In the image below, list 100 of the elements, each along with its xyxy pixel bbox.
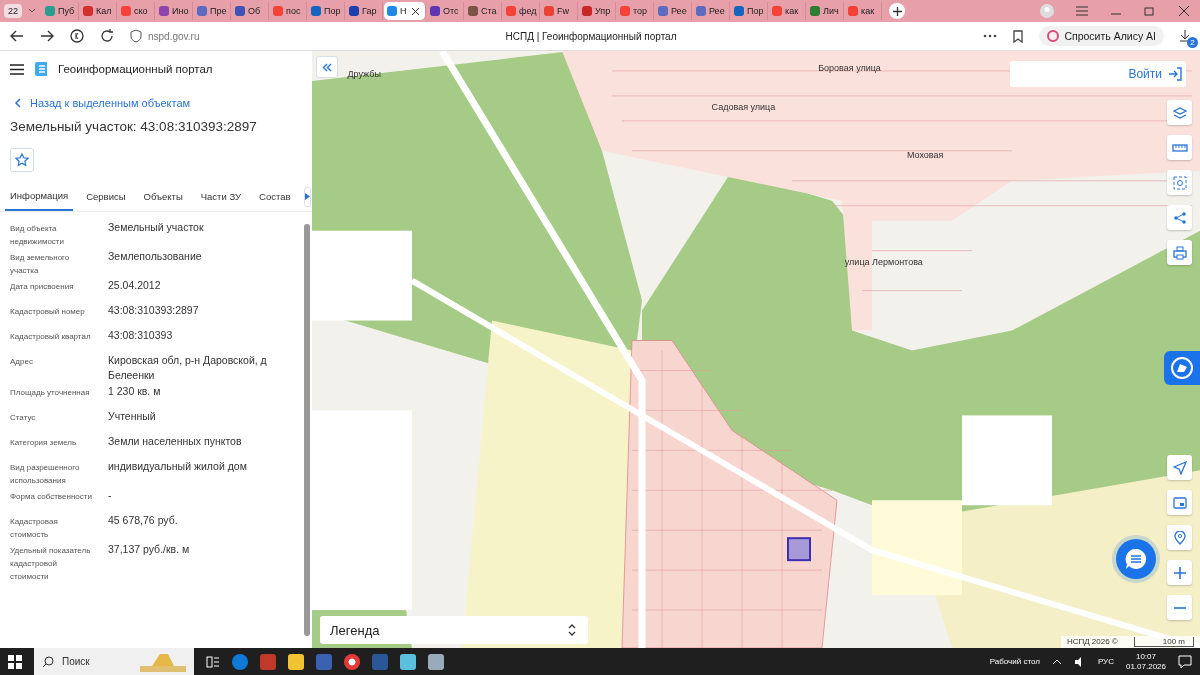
share-button[interactable] [1167, 205, 1192, 230]
property-value: Землепользование [108, 249, 203, 264]
feedback-tab-button[interactable] [1164, 351, 1200, 385]
windows-start-icon[interactable] [8, 654, 22, 669]
browser-tab[interactable]: Ино [156, 2, 193, 20]
feedback-icon [1170, 356, 1194, 380]
login-icon [1168, 67, 1182, 81]
tab-count[interactable]: 22 [4, 4, 22, 18]
street-label: Садовая улица [711, 101, 776, 112]
property-value: 1 230 кв. м [108, 384, 162, 399]
property-label: Форма собственности [10, 491, 93, 503]
place-search-button[interactable] [1167, 525, 1192, 550]
reload-icon[interactable] [100, 29, 114, 43]
print-button[interactable] [1167, 240, 1192, 265]
printer-icon [1172, 245, 1187, 260]
task-view-icon[interactable] [206, 654, 220, 669]
location-button[interactable] [1167, 455, 1192, 480]
legend-dropdown[interactable]: Легенда [320, 616, 588, 644]
alice-button[interactable]: Спросить Алису AI [1039, 26, 1164, 46]
clock-date[interactable]: 01.07.2026 [1125, 661, 1166, 672]
zoom-in-button[interactable] [1167, 560, 1192, 585]
close-icon[interactable] [1178, 6, 1190, 16]
property-value: 25.04.2012 [108, 278, 162, 293]
chevron-up-icon[interactable] [1051, 657, 1062, 666]
browser-tab[interactable]: как [769, 2, 806, 20]
browser-tab[interactable]: Кал [80, 2, 117, 20]
browser-tab[interactable]: Упр [579, 2, 616, 20]
collapse-panel-button[interactable] [316, 56, 338, 78]
star-icon [15, 153, 29, 167]
ruler-button[interactable] [1167, 135, 1192, 160]
info-tab[interactable]: Сервисы [81, 183, 131, 210]
next-tab-button[interactable] [303, 186, 311, 207]
area-search-button[interactable] [1167, 170, 1192, 195]
new-tab-button[interactable] [889, 3, 905, 19]
download-icon[interactable] [1180, 30, 1190, 42]
property-value: - [108, 488, 113, 503]
browser-tab[interactable]: Пор [731, 2, 768, 20]
more-icon[interactable] [983, 34, 998, 38]
browser-tab[interactable]: фед [503, 2, 540, 20]
map-pin-icon [1172, 530, 1187, 545]
shield-icon [130, 29, 142, 43]
browser-tab[interactable]: Ста [465, 2, 502, 20]
property-label: Дата присвоения [10, 281, 75, 293]
back-link[interactable]: Назад к выделенным объектам [0, 77, 312, 109]
chevron-left-icon[interactable] [14, 98, 22, 108]
info-tab[interactable]: Состав [254, 183, 296, 210]
taskbar-search-field[interactable]: Поиск [34, 648, 194, 675]
url-text[interactable]: nspd.gov.ru [148, 30, 200, 42]
property-label: Вид земельного участка [10, 252, 71, 277]
browser-tab[interactable]: Пре [194, 2, 231, 20]
browser-tab[interactable]: Fw [541, 2, 578, 20]
browser-tab[interactable]: Пор [308, 2, 345, 20]
property-value: 43:08:310393 [108, 328, 174, 343]
property-value: 37,137 руб./кв. м [108, 542, 191, 557]
browser-tab[interactable]: пос [270, 2, 307, 20]
app-title: Геоинформационный портал [58, 63, 213, 75]
browser-tab[interactable]: Гар [346, 2, 383, 20]
street-label: Моховая [906, 149, 944, 160]
browser-tab[interactable]: Отс [427, 2, 464, 20]
desktop-toolbar-label[interactable]: Рабочий стол [989, 657, 1040, 666]
browser-tab[interactable]: Лич [807, 2, 844, 20]
property-value: 45 678,76 руб. [108, 513, 179, 528]
object-title: Земельный участок: 43:08:310393:2897 [9, 118, 258, 134]
notification-icon[interactable] [1178, 654, 1192, 669]
browser-tab[interactable]: Об [232, 2, 269, 20]
forward-icon[interactable] [40, 30, 54, 42]
restore-icon[interactable] [1144, 6, 1156, 16]
up-down-chevron-icon [568, 624, 576, 636]
login-button[interactable]: Войти [1010, 61, 1186, 87]
chat-bubble-icon [1125, 548, 1147, 570]
close-tab-icon[interactable] [411, 7, 419, 15]
language-indicator[interactable]: РУС [1097, 657, 1114, 666]
back-icon[interactable] [10, 30, 24, 42]
scrollbar[interactable] [304, 224, 310, 636]
favorite-button[interactable] [10, 148, 34, 172]
browser-tab[interactable]: как [845, 2, 882, 20]
browser-tab[interactable]: тор [617, 2, 654, 20]
logo-icon [34, 61, 48, 77]
browser-tab[interactable]: Рее [655, 2, 692, 20]
layers-button[interactable] [1167, 100, 1192, 125]
browser-tab[interactable]: Пуб [42, 2, 79, 20]
property-label: Вид объекта недвижимости [10, 223, 65, 248]
zoom-out-button[interactable] [1167, 595, 1192, 620]
ruler-icon [1171, 142, 1188, 153]
bookmark-icon[interactable] [1013, 29, 1024, 43]
info-tab[interactable]: Части ЗУ [195, 183, 247, 210]
layers-icon [1172, 105, 1187, 120]
map-attribution: НСПД 2026 © [1066, 637, 1118, 647]
property-label: Площадь уточненная [10, 387, 91, 399]
browser-tab[interactable]: Рее [693, 2, 730, 20]
browser-tab[interactable]: ско [118, 2, 155, 20]
street-label: Боровая улица [818, 62, 881, 73]
info-tab[interactable]: Информация [5, 182, 74, 211]
clock-time[interactable]: 10:07 [1135, 651, 1156, 662]
browser-tab[interactable]: Н [384, 2, 426, 20]
property-label: Кадастровая стоимость [10, 516, 59, 541]
info-tab[interactable]: Объекты [138, 183, 188, 210]
menu-icon[interactable] [10, 63, 24, 75]
triangle-right-icon [304, 193, 310, 200]
minimap-button[interactable] [1167, 490, 1192, 515]
